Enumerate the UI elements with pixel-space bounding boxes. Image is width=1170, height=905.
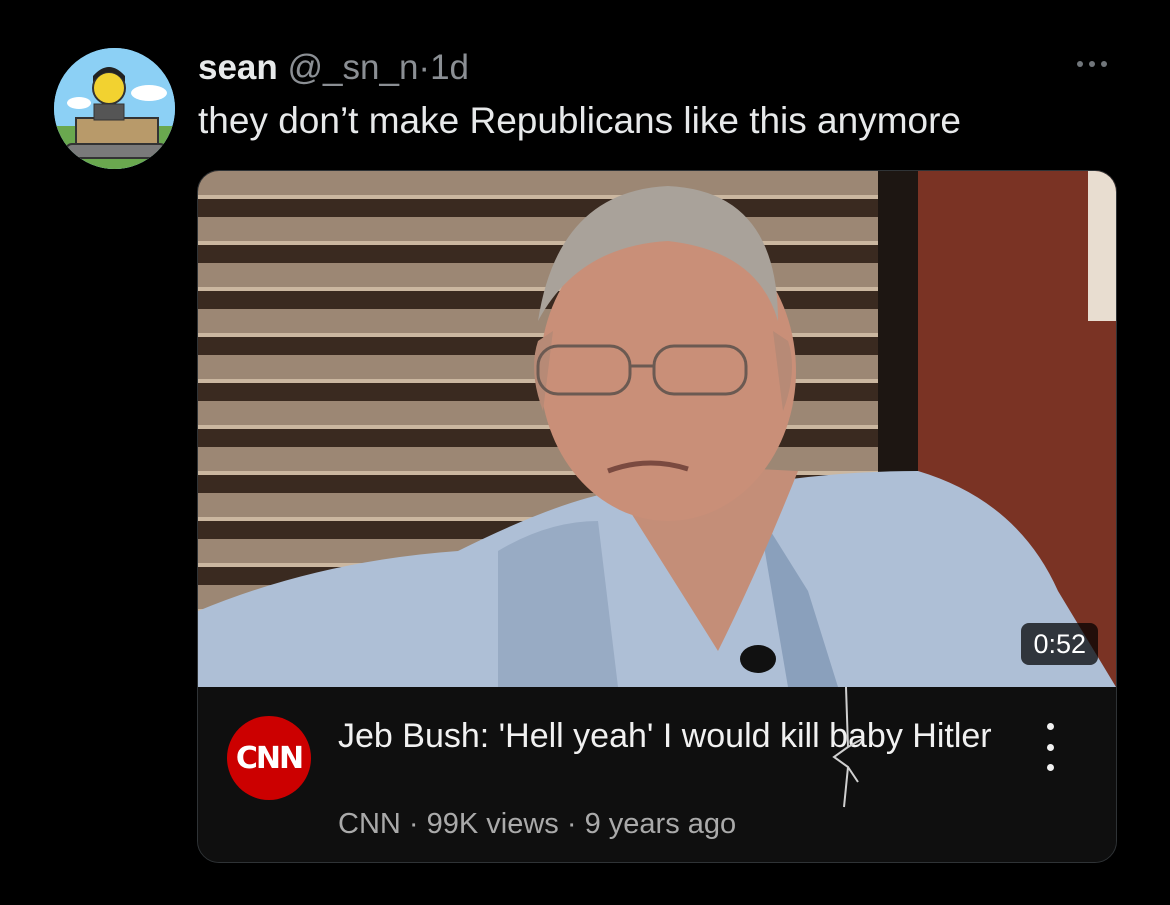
tweet-age[interactable]: 1d xyxy=(430,48,469,87)
view-count: 99K views xyxy=(426,808,559,840)
tweet-text: they don’t make Republicans like this an… xyxy=(198,100,961,141)
thumbnail-image xyxy=(198,171,1116,687)
separator-dot: · xyxy=(408,808,419,840)
avatar-image xyxy=(54,48,175,169)
video-subtitle: CNN · 99K views · 9 years ago xyxy=(338,807,736,841)
upload-age: 9 years ago xyxy=(584,808,737,840)
channel-name[interactable]: CNN xyxy=(338,808,401,840)
menu-dot xyxy=(1046,764,1054,771)
video-thumbnail[interactable]: 0:52 xyxy=(198,171,1116,687)
menu-dot xyxy=(1046,723,1054,730)
author-handle[interactable]: @_sn_n xyxy=(288,48,419,87)
video-duration: 0:52 xyxy=(1021,623,1098,665)
video-meta: CNN Jeb Bush: 'Hell yeah' I would kill b… xyxy=(198,687,1116,862)
more-dot xyxy=(1089,61,1095,67)
video-title[interactable]: Jeb Bush: 'Hell yeah' I would kill baby … xyxy=(338,715,998,757)
video-menu-icon[interactable] xyxy=(1040,723,1060,771)
tweet-header: sean @_sn_n·1d xyxy=(198,50,469,86)
more-dot xyxy=(1101,61,1107,67)
video-card[interactable]: 0:52 CNN Jeb Bush: 'Hell yeah' I would k… xyxy=(197,170,1117,863)
menu-dot xyxy=(1046,743,1054,751)
more-options-icon[interactable] xyxy=(1070,54,1114,74)
avatar[interactable] xyxy=(54,48,175,169)
author-name[interactable]: sean xyxy=(198,48,278,87)
cnn-logo[interactable]: CNN xyxy=(227,716,311,800)
more-dot xyxy=(1077,61,1083,67)
separator-dot: · xyxy=(566,808,577,840)
separator-dot: · xyxy=(418,48,431,87)
